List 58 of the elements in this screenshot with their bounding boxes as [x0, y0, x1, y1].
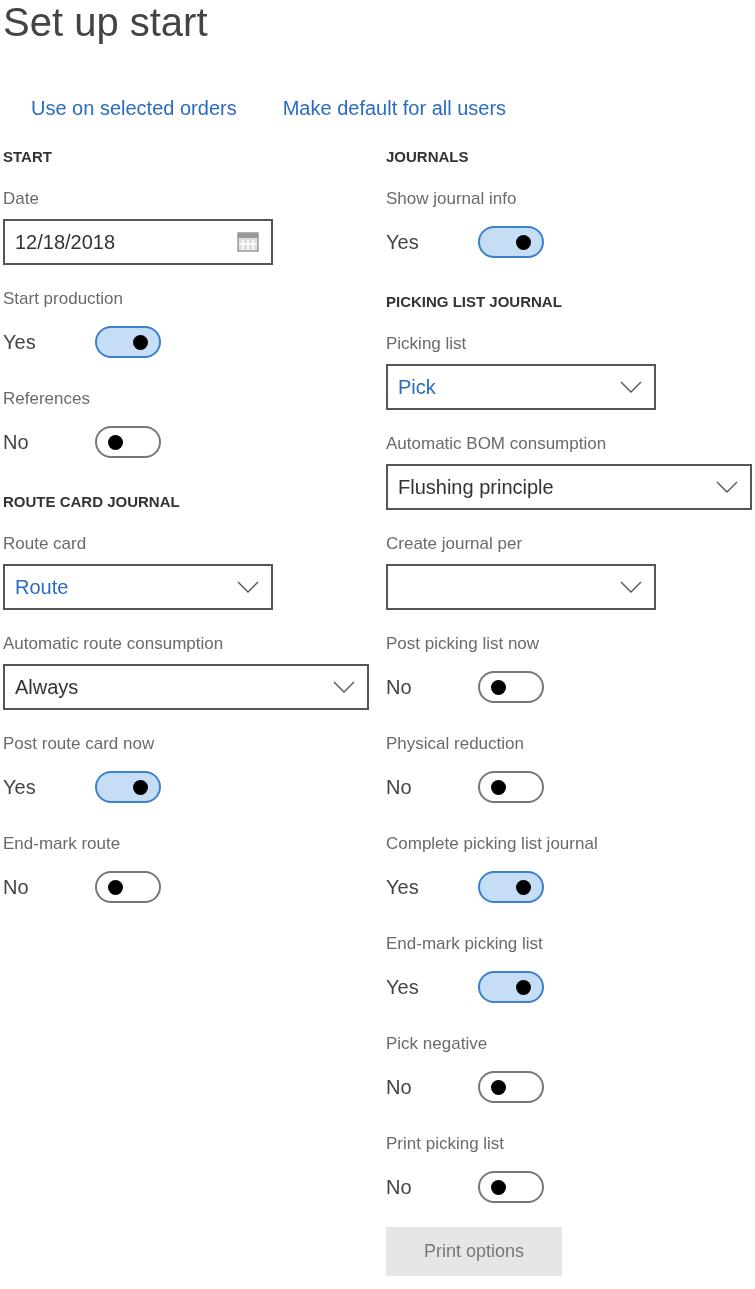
field-label: Start production [3, 288, 124, 310]
field-label: Post picking list now [386, 633, 541, 655]
field-label: Picking list [386, 333, 468, 355]
toggle-value: No [386, 675, 413, 699]
toggle-switch[interactable] [478, 1171, 544, 1203]
toggle-value: No [3, 875, 30, 899]
dropdown-field[interactable]: Route [3, 564, 273, 610]
toggle-value: No [386, 1175, 413, 1199]
field-label: Automatic BOM consumption [386, 433, 608, 455]
toggle-switch[interactable] [478, 871, 544, 903]
toggle-switch[interactable] [478, 771, 544, 803]
field-label: End-mark picking list [386, 933, 544, 955]
toggle-switch[interactable] [95, 426, 161, 458]
toggle-value: No [386, 1075, 413, 1099]
chevron-down-icon [620, 581, 642, 593]
field-label: Complete picking list journal [386, 833, 599, 855]
section-heading: ROUTE CARD JOURNAL [3, 493, 180, 510]
toggle-value: Yes [386, 230, 420, 254]
toggle-value: Yes [3, 775, 37, 799]
toggle-switch[interactable] [95, 771, 161, 803]
toggle-switch[interactable] [95, 326, 161, 358]
field-label: Physical reduction [386, 733, 525, 755]
dropdown-field[interactable]: Always [3, 664, 369, 710]
toggle-switch[interactable] [478, 971, 544, 1003]
toggle-value: Yes [3, 330, 37, 354]
field-label: Show journal info [386, 188, 518, 210]
toggle-switch[interactable] [95, 871, 161, 903]
chevron-down-icon [333, 681, 355, 693]
section-heading: PICKING LIST JOURNAL [386, 293, 562, 310]
field-label: Automatic route consumption [3, 633, 225, 655]
page-title: Set up start [3, 0, 209, 46]
field-label: Pick negative [386, 1033, 489, 1055]
action-link[interactable]: Make default for all users [282, 96, 507, 142]
chevron-down-icon [620, 381, 642, 393]
chevron-down-icon [237, 581, 259, 593]
field-label: End-mark route [3, 833, 122, 855]
section-heading: JOURNALS [386, 148, 469, 165]
toggle-switch[interactable] [478, 226, 544, 258]
dropdown-field[interactable]: Pick [386, 364, 656, 410]
toggle-value: No [386, 775, 413, 799]
toggle-value: Yes [386, 975, 420, 999]
field-label: Route card [3, 533, 88, 555]
field-label: Print picking list [386, 1133, 506, 1155]
dropdown-field[interactable] [386, 564, 656, 610]
toggle-switch[interactable] [478, 671, 544, 703]
calendar-icon [237, 232, 259, 252]
field-label: References [3, 388, 91, 410]
toggle-value: No [3, 430, 30, 454]
field-label: Date [3, 188, 40, 210]
toggle-value: Yes [386, 875, 420, 899]
date-field[interactable]: 12/18/2018 [3, 219, 273, 265]
section-heading: START [3, 148, 52, 165]
toggle-switch[interactable] [478, 1071, 544, 1103]
field-label: Create journal per [386, 533, 524, 555]
action-link[interactable]: Use on selected orders [31, 96, 237, 142]
dropdown-field[interactable]: Flushing principle [386, 464, 752, 510]
field-label: Post route card now [3, 733, 156, 755]
chevron-down-icon [716, 481, 738, 493]
